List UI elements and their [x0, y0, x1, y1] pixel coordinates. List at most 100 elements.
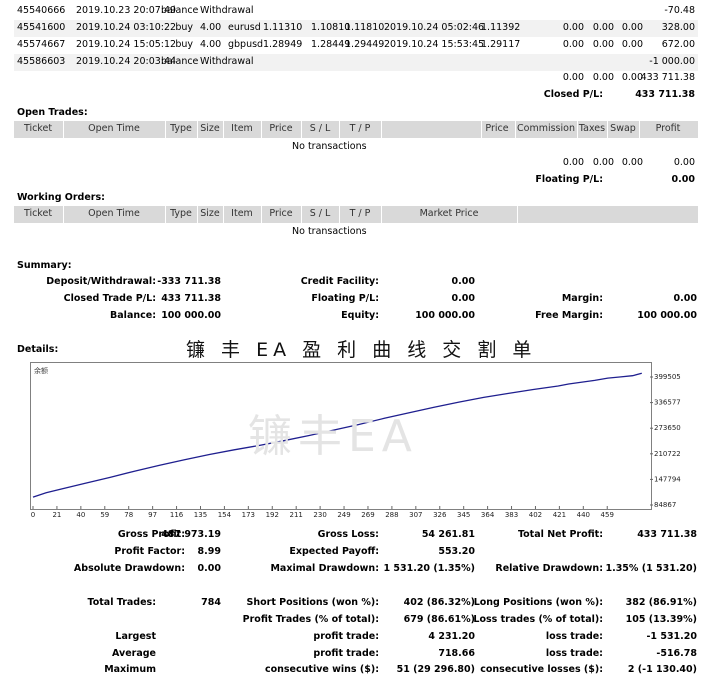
- credit-value: 0.00: [451, 276, 475, 287]
- expected-payoff-value: 553.20: [438, 546, 475, 557]
- total-trades-label: Total Trades:: [87, 597, 157, 608]
- profit-cell: -1 000.00: [649, 56, 695, 67]
- item-cell: eurusd: [228, 22, 261, 33]
- closed-totals-row: 0.00 0.00 0.00 433 711.38: [14, 70, 698, 87]
- floating-value: 0.00: [451, 293, 475, 304]
- short-value: 402 (86.32%): [403, 597, 475, 608]
- col-open-time: Open Time: [88, 208, 140, 219]
- swap-cell: 0.00: [621, 39, 643, 50]
- maximum-label: Maximum: [104, 664, 156, 675]
- total-trades-value: 784: [201, 597, 221, 608]
- loss-trades-label: Loss trades (% of total):: [473, 614, 603, 625]
- close-time-cell: 2019.10.24 05:02:46: [384, 22, 485, 33]
- largest-profit-value: 4 231.20: [428, 631, 475, 642]
- x-tick-label: 440: [577, 511, 590, 519]
- ticket-cell: 45586603: [17, 56, 66, 67]
- col-close-price: Price: [485, 123, 509, 134]
- net-profit-label: Total Net Profit:: [517, 529, 603, 540]
- price-cell: 1.11310: [263, 22, 303, 33]
- max-wins-value: 51 (29 296.80): [396, 664, 475, 675]
- y-tick-label: 84867: [654, 501, 676, 509]
- details-title: Details:: [17, 344, 59, 355]
- close-price-cell: 1.29117: [481, 39, 521, 50]
- floating-pl-value: 0.00: [671, 174, 695, 185]
- working-orders-header: Ticket Open Time Type Size Item Price S …: [14, 206, 698, 223]
- short-label: Short Positions (won %):: [246, 597, 380, 608]
- gross-loss-value: 54 261.81: [421, 529, 475, 540]
- legend-label: 余额: [34, 366, 48, 375]
- col-ticket: Ticket: [23, 123, 53, 134]
- profit-total: 433 711.38: [640, 72, 695, 83]
- loss-trades-value: 105 (13.39%): [625, 614, 697, 625]
- x-tick-label: 0: [31, 511, 35, 519]
- equity-value: 100 000.00: [415, 310, 475, 321]
- largest-profit-label: profit trade:: [313, 631, 379, 642]
- balance-value: 100 000.00: [161, 310, 221, 321]
- closed-pl-value: 433 711.38: [635, 89, 695, 100]
- open-trades-header: Ticket Open Time Type Size Item Price S …: [14, 121, 698, 138]
- largest-loss-value: -1 531.20: [646, 631, 697, 642]
- x-tick-label: 97: [148, 511, 157, 519]
- col-open-time: Open Time: [88, 123, 140, 134]
- tp-cell: 1.11810: [345, 22, 385, 33]
- chart-y-axis: 399505 336577 273650 210722 147794 84867: [650, 373, 681, 509]
- col-tp: T / P: [349, 208, 371, 219]
- x-tick-label: 154: [218, 511, 232, 519]
- x-tick-label: 173: [242, 511, 255, 519]
- x-tick-label: 192: [266, 511, 279, 519]
- col-item: Item: [231, 208, 253, 219]
- watermark: 镰丰EA: [248, 411, 418, 462]
- x-tick-label: 40: [76, 511, 85, 519]
- largest-label: Largest: [115, 631, 156, 642]
- x-tick-label: 364: [481, 511, 495, 519]
- equity-label: Equity:: [341, 310, 379, 321]
- col-sl: S / L: [309, 123, 331, 134]
- x-tick-label: 326: [433, 511, 447, 519]
- working-orders-title: Working Orders:: [17, 192, 105, 203]
- abs-dd-label: Absolute Drawdown:: [73, 563, 185, 574]
- type-cell: buy: [175, 22, 193, 33]
- profit-factor-label: Profit Factor:: [114, 546, 185, 557]
- item-cell: gbpusd: [228, 39, 264, 50]
- col-sl: S / L: [309, 208, 331, 219]
- max-losses-value: 2 (-1 130.40): [627, 664, 697, 675]
- x-tick-label: 288: [385, 511, 398, 519]
- ticket-cell: 45574667: [17, 39, 66, 50]
- swap-total: 0.00: [621, 157, 643, 168]
- swap-cell: 0.00: [621, 22, 643, 33]
- average-profit-label: profit trade:: [313, 648, 379, 659]
- y-tick-label: 336577: [654, 399, 681, 407]
- working-orders-empty: No transactions: [292, 226, 367, 237]
- deposit-value: -333 711.38: [157, 276, 221, 287]
- abs-dd-value: 0.00: [197, 563, 221, 574]
- col-size: Size: [200, 208, 220, 219]
- size-cell: 4.00: [200, 39, 222, 50]
- col-taxes: Taxes: [578, 123, 606, 134]
- floating-pl-label: Floating P/L:: [535, 174, 603, 185]
- commission-cell: 0.00: [562, 39, 584, 50]
- net-profit-value: 433 711.38: [637, 529, 697, 540]
- x-tick-label: 421: [553, 511, 566, 519]
- long-value: 382 (86.91%): [625, 597, 697, 608]
- open-time-cell: 2019.10.24 03:10:22: [76, 22, 177, 33]
- x-tick-label: 78: [124, 511, 133, 519]
- close-time-cell: 2019.10.24 15:53:45: [384, 39, 485, 50]
- profit-cell: -70.48: [664, 5, 695, 16]
- x-tick-label: 116: [170, 511, 184, 519]
- average-label: Average: [112, 648, 156, 659]
- ticket-cell: 45541600: [17, 22, 66, 33]
- profit-factor-value: 8.99: [197, 546, 221, 557]
- average-loss-value: -516.78: [656, 648, 697, 659]
- closed-pl-row: Closed P/L: 433 711.38: [14, 87, 698, 104]
- x-tick-label: 21: [52, 511, 61, 519]
- max-dd-label: Maximal Drawdown:: [270, 563, 379, 574]
- max-losses-label: consecutive losses ($):: [480, 664, 603, 675]
- profit-trades-label: Profit Trades (% of total):: [242, 614, 379, 625]
- x-tick-label: 402: [529, 511, 542, 519]
- close-price-cell: 1.11392: [481, 22, 521, 33]
- col-size: Size: [200, 123, 220, 134]
- tp-cell: 1.29449: [345, 39, 385, 50]
- largest-loss-label: loss trade:: [545, 631, 603, 642]
- y-tick-label: 210722: [654, 450, 681, 458]
- type-cell: balance: [161, 5, 199, 16]
